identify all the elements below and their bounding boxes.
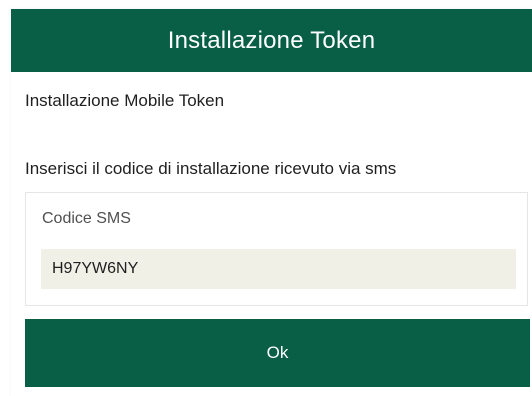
ok-button[interactable]: Ok bbox=[25, 319, 530, 387]
sms-code-input[interactable] bbox=[41, 249, 516, 289]
dialog-header: Installazione Token bbox=[11, 9, 532, 72]
installation-instructions: Inserisci il codice di installazione ric… bbox=[25, 159, 397, 178]
sms-code-panel: Codice SMS bbox=[25, 192, 528, 306]
dialog-subtitle: Installazione Mobile Token bbox=[25, 91, 225, 110]
sms-code-label: Codice SMS bbox=[42, 210, 131, 227]
token-installation-dialog: Installazione Token Installazione Mobile… bbox=[11, 9, 532, 396]
dialog-title: Installazione Token bbox=[167, 26, 376, 54]
